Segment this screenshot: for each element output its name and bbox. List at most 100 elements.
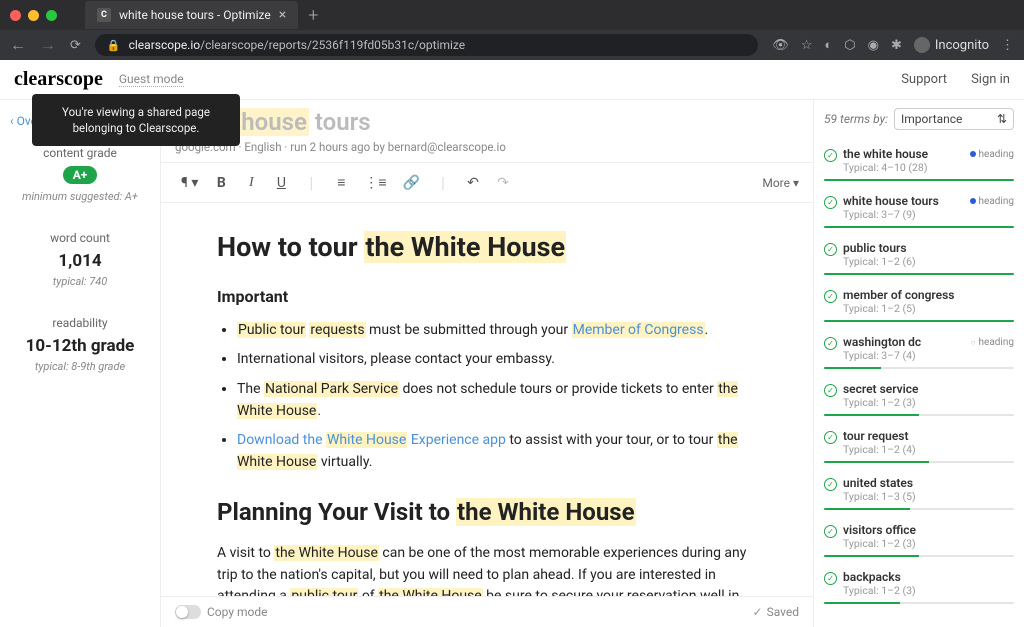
term-item[interactable]: ✓ tour request Typical: 1–2 (4) xyxy=(824,422,1014,466)
extension-icon[interactable]: ◐ xyxy=(824,37,832,53)
check-circle-icon: ✓ xyxy=(824,478,837,491)
undo-button[interactable]: ↶ xyxy=(460,171,486,195)
term-item[interactable]: ✓ the white house heading Typical: 4–10 … xyxy=(824,140,1014,184)
saved-indicator: ✓Saved xyxy=(753,605,800,619)
copy-mode-toggle[interactable]: Copy mode xyxy=(175,605,267,619)
editor-body[interactable]: How to tour the White House Important Pu… xyxy=(161,203,813,596)
editor-footer: Copy mode ✓Saved xyxy=(161,596,813,627)
metric-content-grade: content grade A+ minimum suggested: A+ xyxy=(10,146,150,203)
close-window-icon[interactable] xyxy=(10,10,21,21)
term-typical: Typical: 1–2 (3) xyxy=(843,584,1014,597)
app-header: clearscope Guest mode Support Sign in Yo… xyxy=(0,60,1024,100)
term-typical: Typical: 1–2 (3) xyxy=(843,396,1014,409)
term-progress xyxy=(824,179,1014,181)
term-progress xyxy=(824,367,1014,369)
extension-icon[interactable]: ✱ xyxy=(891,38,902,53)
redo-button[interactable]: ↷ xyxy=(490,171,516,195)
editor-toolbar: ¶ ▾ B I U | ≡ ⋮≡ 🔗 | ↶ ↷ More ▾ xyxy=(161,163,813,203)
incognito-icon xyxy=(914,37,930,53)
term-name: visitors office xyxy=(843,523,916,537)
check-circle-icon: ✓ xyxy=(824,384,837,397)
forward-icon[interactable]: → xyxy=(40,35,56,55)
star-icon[interactable]: ☆ xyxy=(801,38,813,53)
terms-count: 59 terms by: xyxy=(824,112,888,126)
term-item[interactable]: ✓ washington dc heading Typical: 3–7 (4) xyxy=(824,328,1014,372)
link-button[interactable]: 🔗 xyxy=(397,171,426,195)
lock-icon: 🔒 xyxy=(107,39,121,52)
extension-icon[interactable]: ⬡ xyxy=(844,38,855,53)
guest-mode-label[interactable]: Guest mode xyxy=(119,72,184,87)
term-name: backpacks xyxy=(843,570,901,584)
minimize-window-icon[interactable] xyxy=(28,10,39,21)
logo[interactable]: clearscope xyxy=(14,68,103,91)
term-item[interactable]: ✓ member of congress Typical: 1–2 (5) xyxy=(824,281,1014,325)
menu-icon[interactable]: ⋮ xyxy=(1001,38,1014,53)
check-circle-icon: ✓ xyxy=(824,431,837,444)
favicon-icon: C xyxy=(97,8,111,22)
term-item[interactable]: ✓ backpacks Typical: 1–2 (3) xyxy=(824,563,1014,607)
term-typical: Typical: 1–2 (3) xyxy=(843,537,1014,550)
term-progress xyxy=(824,602,1014,604)
terms-sort-select[interactable]: Importance⇅ xyxy=(894,108,1014,130)
term-typical: Typical: 3–7 (9) xyxy=(843,208,1014,221)
more-button[interactable]: More ▾ xyxy=(762,176,799,190)
metric-label: word count xyxy=(10,231,150,245)
metric-value: 1,014 xyxy=(10,251,150,271)
separator: | xyxy=(298,169,324,196)
toggle-icon[interactable] xyxy=(175,605,201,619)
signin-link[interactable]: Sign in xyxy=(971,72,1010,87)
chevron-updown-icon: ⇅ xyxy=(997,112,1007,126)
term-tag: heading xyxy=(970,149,1014,160)
check-circle-icon: ✓ xyxy=(824,337,837,350)
new-tab-button[interactable]: + xyxy=(308,5,318,26)
underline-button[interactable]: U xyxy=(268,171,294,195)
term-progress xyxy=(824,508,1014,510)
url-bar[interactable]: 🔒 clearscope.io/clearscope/reports/2536f… xyxy=(95,34,758,56)
term-name: the white house xyxy=(843,147,928,161)
italic-button[interactable]: I xyxy=(238,171,264,195)
term-progress xyxy=(824,555,1014,557)
check-circle-icon: ✓ xyxy=(824,243,837,256)
term-name: member of congress xyxy=(843,288,954,302)
term-name: washington dc xyxy=(843,335,921,349)
paragraph-style-button[interactable]: ¶ ▾ xyxy=(175,171,204,195)
term-typical: Typical: 4–10 (28) xyxy=(843,161,1014,174)
term-progress xyxy=(824,226,1014,228)
support-link[interactable]: Support xyxy=(901,72,947,87)
tab-close-icon[interactable]: × xyxy=(279,7,286,23)
terms-list: ✓ the white house heading Typical: 4–10 … xyxy=(824,140,1014,607)
term-item[interactable]: ✓ public tours Typical: 1–2 (6) xyxy=(824,234,1014,278)
term-item[interactable]: ✓ secret service Typical: 1–2 (3) xyxy=(824,375,1014,419)
reload-icon[interactable]: ⟳ xyxy=(70,38,81,53)
doc-header: white house tours google.com · English ·… xyxy=(161,100,813,163)
term-tag: heading xyxy=(971,337,1014,348)
metric-label: content grade xyxy=(10,146,150,160)
back-icon[interactable]: ← xyxy=(10,35,26,55)
term-typical: Typical: 1–2 (5) xyxy=(843,302,1014,315)
ordered-list-button[interactable]: ≡ xyxy=(328,170,354,195)
term-item[interactable]: ✓ visitors office Typical: 1–2 (3) xyxy=(824,516,1014,560)
separator: | xyxy=(430,169,456,196)
metric-sub: minimum suggested: A+ xyxy=(10,190,150,203)
unordered-list-button[interactable]: ⋮≡ xyxy=(358,170,392,195)
traffic-lights xyxy=(10,10,57,21)
term-item[interactable]: ✓ white house tours heading Typical: 3–7… xyxy=(824,187,1014,231)
browser-tab[interactable]: C white house tours - Optimize × xyxy=(85,1,298,29)
term-progress xyxy=(824,414,1014,416)
check-circle-icon: ✓ xyxy=(824,149,837,162)
bold-button[interactable]: B xyxy=(208,171,234,195)
term-item[interactable]: ✓ united states Typical: 1–3 (5) xyxy=(824,469,1014,513)
maximize-window-icon[interactable] xyxy=(46,10,57,21)
term-name: united states xyxy=(843,476,913,490)
incognito-badge[interactable]: Incognito xyxy=(914,37,989,53)
term-typical: Typical: 1–2 (6) xyxy=(843,255,1014,268)
metric-sub: typical: 8-9th grade xyxy=(10,360,150,373)
check-circle-icon: ✓ xyxy=(824,572,837,585)
eye-off-icon[interactable]: 👁 xyxy=(772,38,789,53)
browser-toolbar: ← → ⟳ 🔒 clearscope.io/clearscope/reports… xyxy=(0,30,1024,60)
check-circle-icon: ✓ xyxy=(824,290,837,303)
term-typical: Typical: 3–7 (4) xyxy=(843,349,1014,362)
guest-mode-tooltip: You're viewing a shared page belonging t… xyxy=(32,94,240,146)
term-typical: Typical: 1–3 (5) xyxy=(843,490,1014,503)
extension-icon[interactable]: ◉ xyxy=(868,38,879,53)
